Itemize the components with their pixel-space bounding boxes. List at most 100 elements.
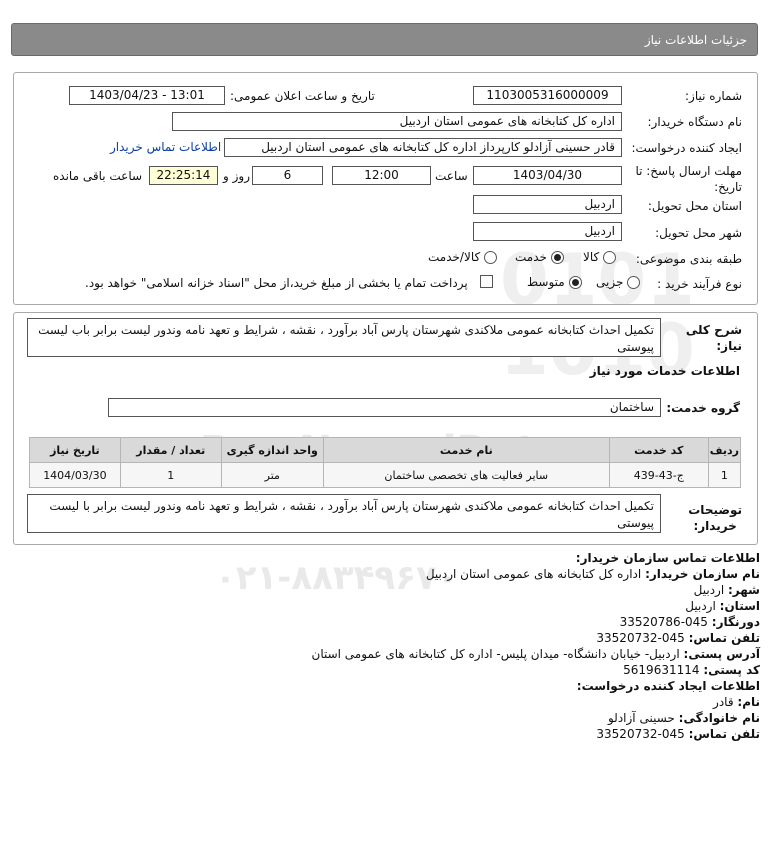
buyer-notes-box: تکمیل احداث کتابخانه عمومی ملاکندی شهرست… [27,494,661,533]
delivery-city-field: اردبیل [473,222,622,241]
cell-name: سایر فعالیت های تخصصی ساختمان [322,462,610,488]
process-radio-minor[interactable] [627,275,641,289]
contact-title: اطلاعات تماس سازمان خریدار: [575,551,760,565]
col-unit-header: واحد اندازه گیری [220,437,324,463]
summary-text-box: تکمیل احداث کتابخانه عمومی ملاکندی شهرست… [27,318,661,357]
col-qty-header: تعداد / مقدار [119,437,222,463]
summary-label: شرح کلی نیاز: [686,322,742,354]
contact-province-value: اردبیل [685,599,716,613]
contact-org-label: نام سازمان خریدار: [645,567,760,581]
service-group-label: گروه خدمت: [666,401,740,415]
creator-phone-label: تلفن تماس: [688,727,760,741]
deadline-label-line1: مهلت ارسال پاسخ: تا [635,164,742,178]
buyer-notes-label: توضیحات خریدار: [688,502,742,534]
cell-row: 1 [707,462,742,488]
treasury-payment-text: پرداخت تمام یا بخشی از مبلغ خرید،از محل … [85,276,468,290]
contact-postal-value: 5619631114 [623,663,700,677]
category-radio-service[interactable] [550,250,564,264]
cell-date: 1404/03/30 [29,462,121,488]
contact-phone-value: 045-33520732 [596,631,685,645]
buyer-notes-label-line1: توضیحات [688,503,742,517]
contact-phone-label: تلفن تماس: [688,631,760,645]
services-section-title: اطلاعات خدمات مورد نیاز [589,364,740,378]
buyer-notes-label-line2: خریدار: [693,519,737,533]
days-remaining-field: 6 [252,166,323,185]
creator-section-title: اطلاعات ایجاد کننده درخواست: [577,679,760,693]
creator-field: قادر حسینی آزادلو کارپرداز اداره کل کتاب… [224,138,622,157]
service-group-field: ساختمان [108,398,661,417]
contact-postal-line: کد پستی: 5619631114 [623,663,760,677]
process-radio-medium[interactable] [568,275,582,289]
process-option-minor-label: جزیی [596,275,624,289]
buyer-label: نام دستگاه خریدار: [647,115,743,129]
announce-date-field: 1403/04/23 - 13:01 [69,86,225,105]
delivery-province-label: استان محل تحویل: [647,199,742,213]
days-label: روز و [223,169,250,183]
contact-fax-value: 045-33520786 [619,615,708,629]
process-option-minor[interactable]: جزیی [596,275,641,289]
process-label: نوع فرآیند خرید : [657,277,742,291]
contact-org-line: نام سازمان خریدار: اداره کل کتابخانه های… [426,567,760,581]
time-remaining-field: 22:25:14 [149,166,218,185]
contact-province-line: استان: اردبیل [685,599,760,613]
contact-address-line: آدرس پستی: اردبیل- خیابان دانشگاه- میدان… [312,647,760,661]
deadline-time-field: 12:00 [332,166,431,185]
page-title: جزئیات اطلاعات نیاز [644,33,747,47]
buyer-contact-link[interactable]: اطلاعات تماس خریدار [110,140,221,154]
creator-family-label: نام خانوادگی: [678,711,760,725]
category-option-service[interactable]: خدمت [515,250,564,264]
buyer-field: اداره کل کتابخانه های عمومی استان اردبیل [172,112,622,131]
col-date-header: تاریخ نیاز [29,437,121,463]
cell-unit: متر [220,462,324,488]
page-header: جزئیات اطلاعات نیاز [11,23,758,56]
col-row-header: ردیف [707,437,742,463]
cell-code: ج-43-439 [608,462,709,488]
contact-fax-line: دورنگار: 045-33520786 [620,615,760,629]
contact-org-value: اداره کل کتابخانه های عمومی استان اردبیل [425,567,642,581]
contact-city-line: شهر: اردبیل [694,583,760,597]
category-option-service-label: خدمت [515,250,547,264]
watermark-phone: ۰۲۱-۸۸۳۴۹۶۷۰ [215,558,458,598]
col-name-header: نام خدمت [322,437,610,463]
services-table: ردیف کد خدمت نام خدمت واحد اندازه گیری ت… [29,437,742,488]
contact-address-value: اردبیل- خیابان دانشگاه- میدان پلیس- ادار… [311,647,680,661]
table-row: 1 ج-43-439 سایر فعالیت های تخصصی ساختمان… [29,462,742,488]
delivery-province-field: اردبیل [473,195,622,214]
treasury-payment-checkbox[interactable] [480,275,493,288]
services-table-header: ردیف کد خدمت نام خدمت واحد اندازه گیری ت… [29,437,742,463]
contact-fax-label: دورنگار: [711,615,760,629]
creator-name-label: نام: [737,695,760,709]
creator-name-line: نام: قادر [713,695,760,709]
creator-phone-value: 045-33520732 [596,727,685,741]
contact-postal-label: کد پستی: [703,663,760,677]
process-option-medium-label: متوسط [527,275,565,289]
creator-label: ایجاد کننده درخواست: [631,141,742,155]
delivery-city-label: شهر محل تحویل: [655,226,742,240]
contact-city-label: شهر: [728,583,760,597]
creator-title: اطلاعات ایجاد کننده درخواست: [576,679,760,693]
category-option-goods-service-label: کالا/خدمت [428,250,481,264]
creator-phone-line: تلفن تماس: 045-33520732 [596,727,760,741]
deadline-time-label: ساعت [435,169,468,183]
category-radio-goods[interactable] [603,250,617,264]
process-option-medium[interactable]: متوسط [527,275,582,289]
summary-label-line2: نیاز: [716,339,742,353]
time-remaining-label: ساعت باقی مانده [53,169,143,183]
col-code-header: کد خدمت [608,437,709,463]
summary-label-line1: شرح کلی [685,323,742,337]
category-label: طبقه بندی موضوعی: [635,252,742,266]
contact-address-label: آدرس پستی: [683,647,760,661]
need-number-field: 1103005316000009 [473,86,622,105]
deadline-label: مهلت ارسال پاسخ: تا تاریخ: [635,163,742,195]
creator-family-value: حسینی آزادلو [607,711,675,725]
category-radio-goods-service[interactable] [484,250,498,264]
need-number-label: شماره نیاز: [685,89,742,103]
creator-name-value: قادر [713,695,734,709]
announce-date-label: تاریخ و ساعت اعلان عمومی: [230,89,375,103]
category-option-goods[interactable]: کالا [583,250,617,264]
deadline-label-line2: تاریخ: [714,180,742,194]
cell-qty: 1 [119,462,222,488]
category-option-goods-service[interactable]: کالا/خدمت [428,250,498,264]
category-option-goods-label: کالا [583,250,600,264]
contact-city-value: اردبیل [693,583,725,597]
